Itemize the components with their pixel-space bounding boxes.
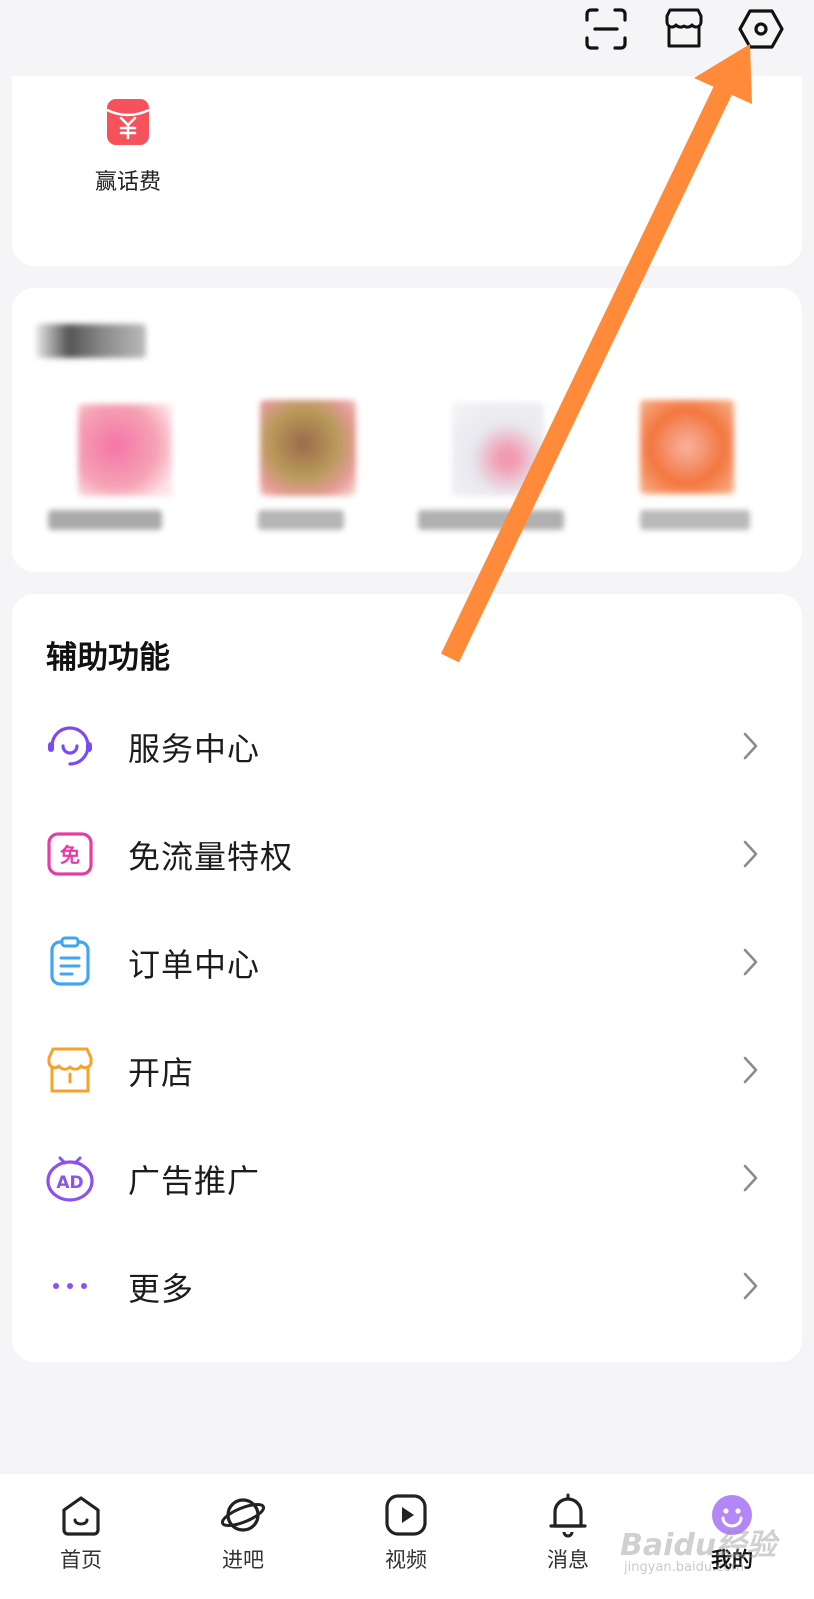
planet-icon — [218, 1490, 268, 1540]
chevron-right-icon — [740, 1162, 760, 1194]
nav-jinba[interactable]: 进吧 — [188, 1490, 298, 1574]
menu-item-service-center[interactable]: 服务中心 — [12, 694, 802, 794]
blurred-label-1 — [48, 510, 162, 530]
top-bar — [0, 0, 814, 70]
chevron-right-icon — [740, 838, 760, 870]
store-icon — [44, 1044, 96, 1096]
menu-item-order-center[interactable]: 订单中心 — [12, 910, 802, 1010]
more-dots-icon — [44, 1260, 96, 1312]
settings-icon[interactable] — [738, 6, 784, 52]
clipboard-icon — [44, 936, 96, 988]
nav-label: 首页 — [60, 1548, 102, 1572]
menu-item-label: 订单中心 — [128, 946, 261, 984]
blurred-label-4 — [640, 510, 750, 530]
rewards-card: 赢话费 — [12, 76, 802, 266]
blurred-item-1[interactable] — [78, 404, 172, 496]
bell-icon — [543, 1490, 593, 1540]
watermark-url: jingyan.baidu.com — [624, 1560, 744, 1575]
blurred-label-3 — [418, 510, 564, 530]
menu-item-label: 更多 — [128, 1270, 195, 1308]
video-play-icon — [381, 1490, 431, 1540]
free-data-icon: 免 — [44, 828, 96, 880]
home-icon — [56, 1490, 106, 1540]
blurred-label-2 — [258, 510, 344, 530]
shop-icon[interactable] — [661, 6, 707, 52]
blurred-item-2[interactable] — [260, 400, 356, 496]
svg-text:免: 免 — [60, 843, 80, 867]
menu-item-label: 广告推广 — [128, 1162, 261, 1200]
section-title: 辅助功能 — [46, 640, 170, 676]
nav-label: 消息 — [547, 1548, 589, 1572]
nav-video[interactable]: 视频 — [351, 1490, 461, 1574]
headset-icon — [44, 720, 96, 772]
menu-item-label: 开店 — [128, 1054, 195, 1092]
recharge-label: 赢话费 — [94, 170, 161, 195]
blurred-title — [36, 324, 146, 358]
menu-item-label: 服务中心 — [128, 730, 261, 768]
nav-label: 进吧 — [222, 1548, 264, 1572]
chevron-right-icon — [740, 946, 760, 978]
scan-icon[interactable] — [583, 6, 629, 52]
nav-home[interactable]: 首页 — [26, 1490, 136, 1574]
watermark: Baidu经验 — [620, 1528, 777, 1563]
chevron-right-icon — [740, 1270, 760, 1302]
nav-label: 视频 — [385, 1548, 427, 1572]
chevron-right-icon — [740, 730, 760, 762]
menu-item-more[interactable]: 更多 — [12, 1234, 802, 1334]
menu-item-label: 免流量特权 — [128, 838, 294, 876]
blurred-item-3[interactable] — [452, 402, 544, 496]
svg-text:AD: AD — [56, 1173, 83, 1193]
assist-features-card: 辅助功能 服务中心 免 免流量特权 订单中心 开店 AD 广告推广 更多 — [12, 594, 802, 1362]
blurred-item-4[interactable] — [640, 400, 734, 494]
recharge-entry[interactable]: 赢话费 — [72, 98, 184, 196]
blurred-content-card — [12, 288, 802, 572]
red-envelope-icon — [106, 98, 150, 146]
menu-item-open-store[interactable]: 开店 — [12, 1018, 802, 1118]
ad-icon: AD — [44, 1152, 96, 1204]
menu-item-free-data[interactable]: 免 免流量特权 — [12, 802, 802, 902]
menu-item-ad-promotion[interactable]: AD 广告推广 — [12, 1126, 802, 1226]
nav-messages[interactable]: 消息 — [513, 1490, 623, 1574]
chevron-right-icon — [740, 1054, 760, 1086]
